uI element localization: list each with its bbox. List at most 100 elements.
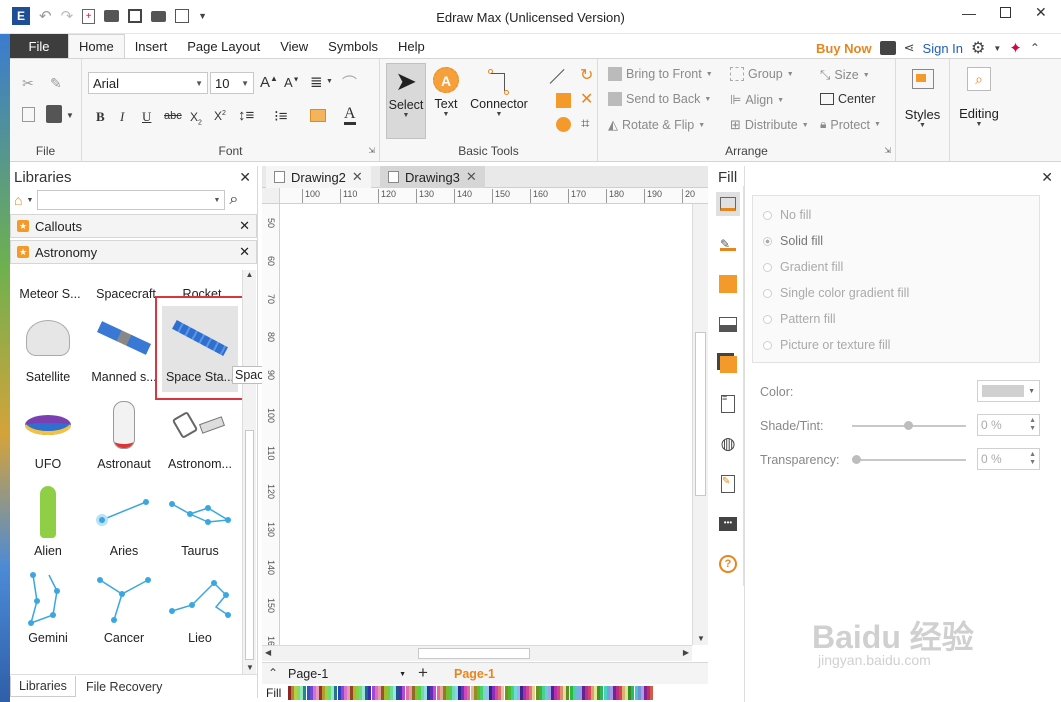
note-icon[interactable]: ✎ <box>716 472 740 496</box>
shape-astronaut[interactable]: Astronaut <box>86 393 162 479</box>
copy-icon[interactable] <box>22 107 35 122</box>
text-dropdown-icon[interactable]: ▼ <box>430 111 462 118</box>
protect-button[interactable]: 🔒︎ Protect ▼ <box>820 117 881 132</box>
shape-satellite[interactable]: Satellite <box>10 306 86 392</box>
tab-view[interactable]: View <box>270 34 318 58</box>
shade-tint-knob[interactable] <box>904 421 913 430</box>
line-style-icon[interactable]: ✎ <box>716 232 740 256</box>
rectangle-tool-icon[interactable] <box>556 93 571 108</box>
font-size-select[interactable]: 10 ▼ <box>210 72 254 94</box>
radio-no-fill[interactable]: No fill <box>763 208 811 222</box>
buy-now-link[interactable]: Buy Now <box>816 41 872 56</box>
category-astronomy[interactable]: ★ Astronomy ✕ <box>10 240 257 264</box>
shape-taurus[interactable]: Taurus <box>162 480 238 566</box>
cross-tool-icon[interactable]: ✕ <box>580 89 593 109</box>
send-to-back-button[interactable]: Send to Back ▼ <box>608 92 711 106</box>
scroll-down-icon[interactable]: ▼ <box>243 663 257 672</box>
maximize-icon[interactable] <box>1000 7 1011 18</box>
editing-button[interactable]: ⌕ Editing ▼ <box>950 59 1008 161</box>
tab-symbols[interactable]: Symbols <box>318 34 388 58</box>
bullets-icon[interactable]: ⁝≡ <box>274 107 288 125</box>
font-name-select[interactable]: Arial ▼ <box>88 72 208 94</box>
shrink-font-icon[interactable]: A▼ <box>284 75 300 90</box>
format-painter-icon[interactable]: ✎ <box>50 75 62 92</box>
shape-leo[interactable]: Lieo <box>162 567 238 653</box>
font-name-dropdown-icon[interactable]: ▼ <box>195 79 203 88</box>
globe-icon[interactable]: ◍ <box>716 432 740 456</box>
search-icon[interactable]: ⌕ <box>229 191 238 209</box>
canvas-horizontal-scrollbar[interactable]: ◀ ▶ <box>262 645 692 661</box>
tab-home[interactable]: Home <box>68 34 125 58</box>
shape-astronomical-telescope[interactable]: Astronom... <box>162 393 238 479</box>
arc-tool-icon[interactable]: ↻ <box>580 65 593 85</box>
crop-tool-icon[interactable]: ⌗ <box>581 115 589 132</box>
bold-icon[interactable]: B <box>96 109 105 125</box>
close-tab-icon[interactable]: ✕ <box>466 169 477 185</box>
layer-icon[interactable] <box>716 352 740 376</box>
page-select[interactable]: Page-1 ▼ <box>288 665 406 683</box>
scroll-right-icon[interactable]: ▶ <box>683 648 689 657</box>
transparency-slider[interactable] <box>852 455 966 464</box>
add-page-icon[interactable]: + <box>418 663 428 683</box>
italic-icon[interactable]: I <box>120 109 124 125</box>
editing-dropdown-icon[interactable]: ▼ <box>950 121 1008 128</box>
paste-dropdown-icon[interactable]: ▼ <box>66 111 74 120</box>
subscript-icon[interactable]: X2 <box>190 110 202 126</box>
text-background-icon[interactable] <box>310 109 326 122</box>
underline-icon[interactable]: U <box>142 109 151 125</box>
close-fill-panel-icon[interactable]: ✕ <box>1041 169 1053 186</box>
scroll-up-icon[interactable]: ▲ <box>243 270 256 279</box>
transparency-knob[interactable] <box>852 455 861 464</box>
page-dropdown-icon[interactable]: ▼ <box>399 671 406 678</box>
color-picker[interactable]: ▼ <box>977 380 1040 402</box>
select-tool-button[interactable]: ➤ Select ▼ <box>386 63 426 139</box>
buy-now-icon[interactable] <box>879 41 896 55</box>
stepper-arrows-icon[interactable]: ▲ ▼ <box>1029 451 1039 467</box>
close-category-icon[interactable]: ✕ <box>239 218 250 234</box>
page-tab[interactable]: Page-1 <box>454 667 495 681</box>
ellipse-tool-icon[interactable] <box>556 117 571 132</box>
tab-page-layout[interactable]: Page Layout <box>177 34 270 58</box>
styles-dropdown-icon[interactable]: ▼ <box>896 122 949 129</box>
canvas-vertical-scrollbar[interactable]: ▼ <box>692 204 708 645</box>
home-dropdown-icon[interactable]: ▼ <box>26 197 33 204</box>
radio-picture-texture-fill[interactable]: Picture or texture fill <box>763 338 890 352</box>
help-icon[interactable]: ? <box>716 552 740 576</box>
close-libraries-icon[interactable]: ✕ <box>239 169 251 186</box>
tab-file-recovery[interactable]: File Recovery <box>76 677 172 697</box>
radio-single-color-gradient-fill[interactable]: Single color gradient fill <box>763 286 909 300</box>
shade-tint-slider[interactable] <box>852 421 966 430</box>
shape-alien[interactable]: Alien <box>10 480 86 566</box>
tab-help[interactable]: Help <box>388 34 435 58</box>
theme-icon[interactable]: ✦ <box>1009 39 1022 57</box>
center-button[interactable]: Center <box>820 92 876 106</box>
tab-drawing2[interactable]: Drawing2 ✕ <box>266 166 371 188</box>
canvas-hscroll-thumb[interactable] <box>418 648 530 659</box>
shape-gemini[interactable]: Gemini <box>10 567 86 653</box>
shade-tint-stepper[interactable]: 0 % ▲ ▼ <box>977 414 1040 436</box>
image-icon[interactable] <box>716 312 740 336</box>
sign-in-link[interactable]: Sign In <box>923 41 963 56</box>
stepper-arrows-icon[interactable]: ▲ ▼ <box>1029 417 1039 433</box>
shape-aries[interactable]: Aries <box>86 480 162 566</box>
tab-insert[interactable]: Insert <box>125 34 178 58</box>
radio-gradient-fill[interactable]: Gradient fill <box>763 260 843 274</box>
shape-label[interactable]: Meteor S... <box>12 287 88 301</box>
paste-icon[interactable] <box>46 105 62 123</box>
tab-drawing3[interactable]: Drawing3 ✕ <box>380 166 485 188</box>
bring-to-front-button[interactable]: Bring to Front ▼ <box>608 67 713 81</box>
radio-pattern-fill[interactable]: Pattern fill <box>763 312 836 326</box>
shape-manned-spacecraft[interactable]: Manned s... <box>86 306 162 392</box>
size-button[interactable]: ⤡ Size ▼ <box>820 67 870 83</box>
connector-dropdown-icon[interactable]: ▼ <box>468 111 530 118</box>
align-dropdown-icon[interactable]: ▼ <box>326 78 333 85</box>
shape-cancer[interactable]: Cancer <box>86 567 162 653</box>
radio-solid-fill[interactable]: Solid fill <box>763 234 823 248</box>
align-text-icon[interactable]: ≣ <box>310 73 323 91</box>
close-category-icon[interactable]: ✕ <box>239 244 250 260</box>
group-button[interactable]: Group ▼ <box>730 67 794 81</box>
collapse-page-icon[interactable]: ⌃ <box>268 666 278 680</box>
library-scroll-thumb[interactable] <box>245 430 254 660</box>
line-tool-icon[interactable] <box>549 69 565 84</box>
shadow-icon[interactable] <box>716 272 740 296</box>
